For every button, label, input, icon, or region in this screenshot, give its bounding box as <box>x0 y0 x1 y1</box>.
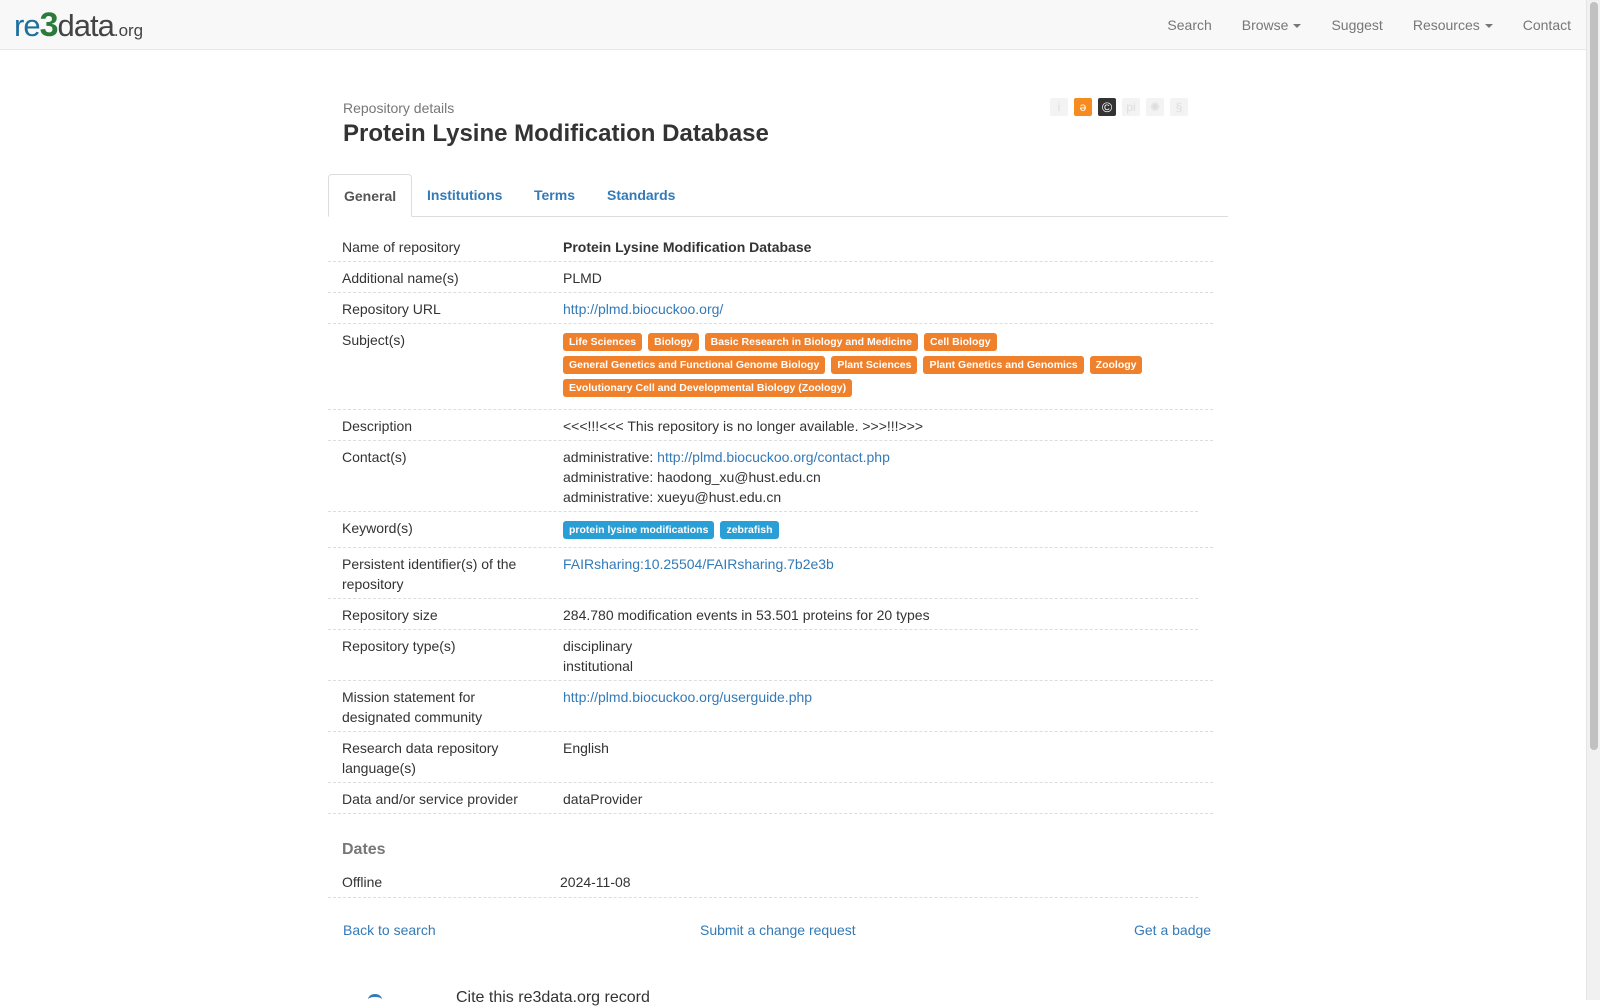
logo-re: re <box>14 8 41 43</box>
row-additional-names: Additional name(s) PLMD <box>328 262 1213 293</box>
subject-tag[interactable]: Evolutionary Cell and Developmental Biol… <box>563 379 853 397</box>
row-label: Repository type(s) <box>342 638 456 654</box>
row-name: Name of repository Protein Lysine Modifi… <box>328 231 1213 262</box>
back-to-search-link[interactable]: Back to search <box>343 922 436 938</box>
offline-date-value: 2024-11-08 <box>560 874 631 890</box>
main-nav: Search Browse Suggest Resources Contact <box>1152 0 1586 50</box>
navbar: re 3 data .org Search Browse Suggest Res… <box>0 0 1586 50</box>
page-subtitle: Repository details <box>343 100 455 116</box>
logo-3: 3 <box>39 6 59 44</box>
row-label: Offline <box>342 874 383 890</box>
vertical-scrollbar[interactable] <box>1586 0 1600 1000</box>
caret-down-icon <box>1293 24 1302 29</box>
pid-link[interactable]: FAIRsharing:10.25504/FAIRsharing.7b2e3b <box>563 556 834 572</box>
row-label: Research data repository language(s) <box>342 740 499 776</box>
keyword-tag[interactable]: zebrafish <box>720 521 779 539</box>
row-url: Repository URL http://plmd.biocuckoo.org… <box>328 293 1213 324</box>
subject-tag[interactable]: Basic Research in Biology and Medicine <box>704 333 918 351</box>
caret-down-icon <box>1484 24 1493 29</box>
repository-name-value: Protein Lysine Modification Database <box>563 239 812 255</box>
row-label: Subject(s) <box>342 332 406 348</box>
logo-data: data <box>57 8 115 43</box>
row-offline-date: Offline 2024-11-08 <box>328 866 1198 898</box>
subject-tag[interactable]: Plant Genetics and Genomics <box>923 356 1084 374</box>
mission-link[interactable]: http://plmd.biocuckoo.org/userguide.php <box>563 689 812 705</box>
keyword-tag[interactable]: protein lysine modifications <box>563 521 715 539</box>
keyword-tags: protein lysine modifications zebrafish <box>563 521 1203 539</box>
policy-icon[interactable]: § <box>1170 98 1188 116</box>
pid-icon[interactable]: pi <box>1122 98 1140 116</box>
contact-email: xueyu@hust.edu.cn <box>657 489 782 505</box>
row-keywords: Keyword(s) protein lysine modifications … <box>328 512 1213 548</box>
row-language: Research data repository language(s) Eng… <box>328 732 1213 783</box>
row-size: Repository size 284.780 modification eve… <box>328 599 1198 630</box>
subject-tag[interactable]: Zoology <box>1089 356 1143 374</box>
row-label: Repository URL <box>342 301 441 317</box>
nav-search[interactable]: Search <box>1152 0 1226 50</box>
row-contacts: Contact(s) administrative: http://plmd.b… <box>328 441 1198 512</box>
provider-value: dataProvider <box>563 791 643 807</box>
row-label: Description <box>342 418 413 434</box>
row-label: Data and/or service provider <box>342 791 518 807</box>
logo-org: .org <box>113 21 144 40</box>
row-label: Name of repository <box>342 239 461 255</box>
subject-tag[interactable]: General Genetics and Functional Genome B… <box>563 356 826 374</box>
row-label: Contact(s) <box>342 449 407 465</box>
cite-heading: Cite this re3data.org record <box>456 989 650 1006</box>
row-label: Keyword(s) <box>342 520 413 536</box>
contacts-value: administrative: http://plmd.biocuckoo.or… <box>563 449 890 505</box>
subject-tags: Life Sciences Biology Basic Research in … <box>563 333 1203 397</box>
subject-tag[interactable]: Plant Sciences <box>831 356 918 374</box>
contact-link[interactable]: http://plmd.biocuckoo.org/contact.php <box>657 449 890 465</box>
row-subjects: Subject(s) Life Sciences Biology Basic R… <box>328 324 1213 410</box>
tab-terms[interactable]: Terms <box>519 174 590 216</box>
row-description: Description <<<!!!<<< This repository is… <box>328 410 1213 441</box>
nav-contact[interactable]: Contact <box>1508 0 1586 50</box>
row-label: Persistent identifier(s) of the reposito… <box>342 556 517 592</box>
re3data-logo[interactable]: re 3 data .org <box>14 6 143 46</box>
dates-heading: Dates <box>342 841 386 858</box>
subject-tag[interactable]: Biology <box>648 333 699 351</box>
scrollbar-thumb[interactable] <box>1590 2 1598 750</box>
certificate-icon[interactable]: ✺ <box>1146 98 1164 116</box>
info-icon[interactable]: i <box>1050 98 1068 116</box>
page-title: Protein Lysine Modification Database <box>343 120 769 147</box>
row-label: Additional name(s) <box>342 270 459 286</box>
row-label: Mission statement for designated communi… <box>342 689 483 725</box>
tab-bar: General Institutions Terms Standards <box>328 174 1228 217</box>
nav-suggest[interactable]: Suggest <box>1316 0 1397 50</box>
copyright-icon[interactable]: © <box>1098 98 1116 116</box>
tab-general[interactable]: General <box>328 174 413 217</box>
open-access-icon[interactable]: ə <box>1074 98 1092 116</box>
language-value: English <box>563 740 609 756</box>
additional-names-value: PLMD <box>563 270 602 286</box>
row-label: Repository size <box>342 607 438 623</box>
subject-tag[interactable]: Cell Biology <box>923 333 997 351</box>
repository-icons: i ə © pi ✺ § <box>1050 98 1188 116</box>
repository-types-value: disciplinary institutional <box>563 638 634 674</box>
nav-resources-dropdown[interactable]: Resources <box>1398 0 1508 50</box>
get-a-badge-link[interactable]: Get a badge <box>1134 922 1211 938</box>
subject-tag[interactable]: Life Sciences <box>563 333 643 351</box>
contact-email: haodong_xu@hust.edu.cn <box>657 469 821 485</box>
repository-size-value: 284.780 modification events in 53.501 pr… <box>563 607 930 623</box>
tab-standards[interactable]: Standards <box>592 174 690 216</box>
description-value: <<<!!!<<< This repository is no longer a… <box>563 418 924 434</box>
row-types: Repository type(s) disciplinary institut… <box>328 630 1213 681</box>
row-persistent-identifier: Persistent identifier(s) of the reposito… <box>328 548 1198 599</box>
submit-change-request-link[interactable]: Submit a change request <box>700 922 856 938</box>
repository-url-link[interactable]: http://plmd.biocuckoo.org/ <box>563 301 723 317</box>
row-mission: Mission statement for designated communi… <box>328 681 1213 732</box>
row-provider: Data and/or service provider dataProvide… <box>328 783 1213 814</box>
tab-institutions[interactable]: Institutions <box>412 174 517 216</box>
nav-browse-dropdown[interactable]: Browse <box>1227 0 1317 50</box>
